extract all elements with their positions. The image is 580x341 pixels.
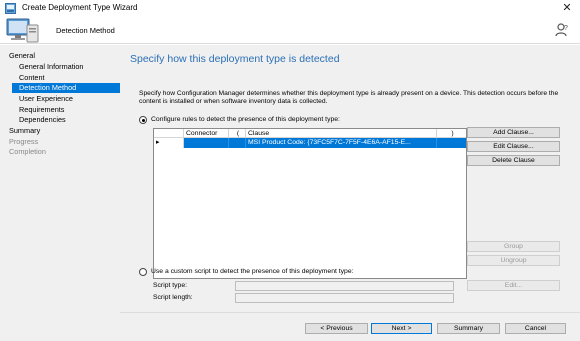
- script-radio-label[interactable]: Use a custom script to detect the presen…: [151, 268, 354, 275]
- sidebar-item-completion: Completion: [9, 147, 46, 156]
- grid-col-close-paren[interactable]: ): [437, 129, 466, 138]
- main-panel: Specify how this deployment type is dete…: [120, 45, 580, 341]
- rules-radio[interactable]: [139, 116, 147, 124]
- sidebar-item-general[interactable]: General: [9, 51, 35, 61]
- previous-button[interactable]: < Previous: [305, 323, 368, 334]
- grid-col-clause[interactable]: Clause: [246, 129, 437, 138]
- rules-radio-label[interactable]: Configure rules to detect the presence o…: [151, 116, 340, 123]
- help-person-icon[interactable]: ?: [554, 22, 570, 38]
- cell-open-paren[interactable]: [229, 138, 246, 148]
- delete-clause-button[interactable]: Delete Clause: [467, 155, 560, 166]
- script-length-field[interactable]: [235, 293, 454, 303]
- title-bar: Create Deployment Type Wizard ✕: [0, 0, 580, 17]
- grid-col-connector[interactable]: Connector: [184, 129, 229, 138]
- sidebar-item-requirements[interactable]: Requirements: [19, 105, 64, 115]
- wizard-sidebar: General General Information Content Dete…: [0, 45, 120, 341]
- wizard-header: Detection Method ?: [0, 17, 580, 44]
- sidebar-item-general-information[interactable]: General Information: [19, 62, 84, 72]
- window-title: Create Deployment Type Wizard: [22, 3, 138, 12]
- description-text: Specify how Configuration Manager determ…: [139, 90, 559, 105]
- sidebar-item-content[interactable]: Content: [19, 73, 45, 83]
- close-button[interactable]: ✕: [560, 1, 574, 15]
- edit-clause-button[interactable]: Edit Clause...: [467, 141, 560, 152]
- footer-divider: [120, 312, 580, 313]
- sidebar-item-detection-method[interactable]: Detection Method: [12, 83, 120, 93]
- sidebar-item-summary[interactable]: Summary: [9, 126, 40, 136]
- sidebar-item-dependencies[interactable]: Dependencies: [19, 115, 66, 125]
- cell-clause[interactable]: MSI Product Code: {73FC5F7C-7F5F-4E6A-AF…: [246, 138, 437, 148]
- computer-icon: [6, 18, 39, 43]
- cancel-button[interactable]: Cancel: [505, 323, 566, 334]
- sidebar-item-progress: Progress: [9, 137, 39, 146]
- clause-grid[interactable]: Connector ( Clause ) ▸ MSI Product Code:…: [153, 128, 467, 279]
- header-title: Detection Method: [56, 26, 115, 35]
- next-button[interactable]: Next >: [371, 323, 432, 334]
- sidebar-item-user-experience[interactable]: User Experience: [19, 94, 73, 104]
- cell-close-paren[interactable]: [437, 138, 466, 148]
- group-button[interactable]: Group: [467, 241, 560, 252]
- table-row[interactable]: ▸ MSI Product Code: {73FC5F7C-7F5F-4E6A-…: [154, 138, 466, 148]
- svg-text:?: ?: [564, 25, 568, 32]
- script-type-label: Script type:: [153, 282, 187, 289]
- grid-col-open-paren[interactable]: (: [229, 129, 246, 138]
- script-type-field[interactable]: [235, 281, 454, 291]
- page-title: Specify how this deployment type is dete…: [130, 53, 340, 65]
- summary-button[interactable]: Summary: [437, 323, 500, 334]
- app-icon: [5, 3, 16, 14]
- script-length-label: Script length:: [153, 294, 193, 301]
- row-selector-icon[interactable]: ▸: [154, 138, 184, 148]
- grid-header-selector: [154, 129, 184, 138]
- script-radio[interactable]: [139, 268, 147, 276]
- ungroup-button[interactable]: Ungroup: [467, 255, 560, 266]
- grid-header: Connector ( Clause ): [154, 129, 466, 138]
- edit-script-button[interactable]: Edit...: [467, 280, 560, 291]
- add-clause-button[interactable]: Add Clause...: [467, 127, 560, 138]
- cell-connector[interactable]: [184, 138, 229, 148]
